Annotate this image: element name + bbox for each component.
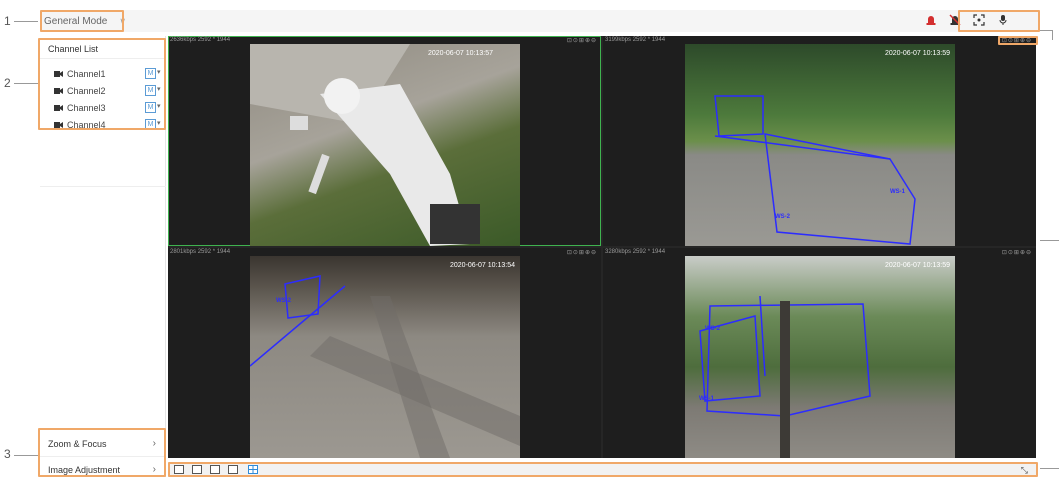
- camera-icon: [54, 105, 63, 111]
- zoom-focus-menu-item[interactable]: Zoom & Focus ›: [40, 432, 166, 456]
- callout-line-1: [14, 21, 38, 22]
- chevron-down-icon[interactable]: ▾: [157, 102, 161, 110]
- detection-rules-graphic: [699, 295, 871, 458]
- callout-line-5: [1040, 240, 1059, 241]
- callout-3: 3: [4, 447, 11, 461]
- chevron-down-icon: ∨: [119, 16, 126, 26]
- zoom-focus-label: Zoom & Focus: [48, 439, 107, 449]
- stream-info: 3199kbps 2592 * 1944: [605, 37, 666, 43]
- video-pane-4[interactable]: 3280kbps 2592 * 1944 ⊡⊙⊞⊕⊖ 2020-06-07 10…: [603, 248, 1036, 458]
- callout-line-4b: [1040, 30, 1053, 31]
- stream-info: 2801kbps 2592 * 1944: [170, 249, 231, 255]
- detection-rules-graphic: [714, 95, 916, 245]
- channel-item-4[interactable]: Channel4 M ▾: [40, 118, 166, 133]
- rule-label: WS-2: [276, 298, 291, 304]
- camera-feed-1: 2020-06-07 10:13:57: [250, 44, 520, 246]
- layout-fit-icon[interactable]: [192, 465, 202, 474]
- callout-line-4: [1052, 30, 1053, 40]
- left-panel: Channel List Channel1 M ▾ Channel2 M ▾ C…: [40, 36, 166, 477]
- chevron-right-icon: ›: [152, 438, 156, 449]
- callout-line-2: [14, 83, 38, 84]
- mode-dropdown[interactable]: General Mode ∨: [44, 13, 126, 30]
- camera-icon: [54, 122, 63, 128]
- callout-2: 2: [4, 76, 11, 90]
- top-icon-group: [924, 13, 1010, 27]
- stream-info: 2636kbps 2592 * 1944: [170, 37, 231, 43]
- channel-name: Channel4: [67, 120, 106, 130]
- stream-type-badge[interactable]: M: [145, 68, 156, 79]
- callout-1: 1: [4, 14, 11, 28]
- camera-icon: [54, 88, 63, 94]
- alarm-light-icon[interactable]: [924, 13, 938, 27]
- timestamp-overlay: 2020-06-07 10:13:59: [885, 262, 950, 269]
- detection-rules-graphic: [250, 275, 520, 458]
- pane-toolbar[interactable]: ⊡⊙⊞⊕⊖: [1002, 37, 1032, 44]
- camera-feed-2: 2020-06-07 10:13:59 WS-2 WS-1: [685, 44, 955, 246]
- rule-label: WS-1: [890, 189, 905, 195]
- timestamp-overlay: 2020-06-07 10:13:59: [885, 50, 950, 57]
- layout-original-icon[interactable]: [174, 465, 184, 474]
- timestamp-overlay: 2020-06-07 10:13:54: [450, 262, 515, 269]
- video-pane-2[interactable]: 3199kbps 2592 * 1944 ⊡⊙⊞⊕⊖ 2020-06-07 10…: [603, 36, 1036, 246]
- stream-type-badge[interactable]: M: [145, 119, 156, 130]
- chevron-down-icon[interactable]: ▾: [157, 119, 161, 127]
- fullscreen-icon[interactable]: ⤡: [1021, 465, 1028, 476]
- stream-type-badge[interactable]: M: [145, 85, 156, 96]
- channel-name: Channel2: [67, 86, 106, 96]
- menu-divider: [40, 456, 166, 457]
- pane-toolbar[interactable]: ⊡⊙⊞⊕⊖: [1002, 249, 1032, 256]
- video-pane-1[interactable]: 2636kbps 2592 * 1944 ⊡⊙⊞⊕⊖ 2020-06-07 10…: [168, 36, 601, 246]
- menu-top-divider: [40, 428, 166, 429]
- chevron-down-icon[interactable]: ▾: [157, 85, 161, 93]
- channel-list-title: Channel List: [48, 44, 99, 54]
- channel-list-divider: [40, 58, 166, 59]
- chevron-right-icon: ›: [152, 464, 156, 475]
- image-adjustment-label: Image Adjustment: [48, 465, 121, 475]
- rule-label: WS-1: [699, 396, 714, 402]
- pane-toolbar[interactable]: ⊡⊙⊞⊕⊖: [567, 249, 597, 256]
- channel-item-2[interactable]: Channel2 M ▾: [40, 84, 166, 99]
- top-toolbar: General Mode ∨: [40, 10, 1040, 32]
- layout-quad-icon[interactable]: [248, 465, 258, 474]
- stream-type-badge[interactable]: M: [145, 102, 156, 113]
- pole-mount-graphic: [250, 44, 480, 246]
- rule-label: WS-2: [705, 326, 720, 332]
- chevron-down-icon[interactable]: ▾: [157, 68, 161, 76]
- channel-name: Channel3: [67, 103, 106, 113]
- channel-name: Channel1: [67, 69, 106, 79]
- callout-line-3: [14, 455, 38, 456]
- bottom-toolbar: ⤡: [168, 462, 1036, 477]
- channel-list-bottom-divider: [40, 186, 166, 187]
- image-adjustment-menu-item[interactable]: Image Adjustment ›: [40, 458, 166, 477]
- stream-info: 3280kbps 2592 * 1944: [605, 249, 666, 255]
- live-view-area: 2636kbps 2592 * 1944 ⊡⊙⊞⊕⊖ 2020-06-07 10…: [168, 36, 1036, 458]
- capture-icon[interactable]: [972, 13, 986, 27]
- layout-pip-icon[interactable]: [228, 465, 238, 474]
- callout-line-6: [1040, 468, 1059, 469]
- camera-feed-3: 2020-06-07 10:13:54 WS-2: [250, 256, 520, 458]
- timestamp-overlay: 2020-06-07 10:13:57: [428, 50, 493, 57]
- layout-single-icon[interactable]: [210, 465, 220, 474]
- channel-item-1[interactable]: Channel1 M ▾: [40, 67, 166, 82]
- mode-label: General Mode: [44, 16, 108, 27]
- channel-item-3[interactable]: Channel3 M ▾: [40, 101, 166, 116]
- video-pane-3[interactable]: 2801kbps 2592 * 1944 ⊡⊙⊞⊕⊖ 2020-06-07 10…: [168, 248, 601, 458]
- alarm-disabled-icon[interactable]: [948, 13, 962, 27]
- camera-icon: [54, 71, 63, 77]
- microphone-icon[interactable]: [996, 13, 1010, 27]
- camera-feed-4: 2020-06-07 10:13:59 WS-2 WS-1: [685, 256, 955, 458]
- rule-label: WS-2: [775, 214, 790, 220]
- pane-toolbar[interactable]: ⊡⊙⊞⊕⊖: [567, 37, 597, 44]
